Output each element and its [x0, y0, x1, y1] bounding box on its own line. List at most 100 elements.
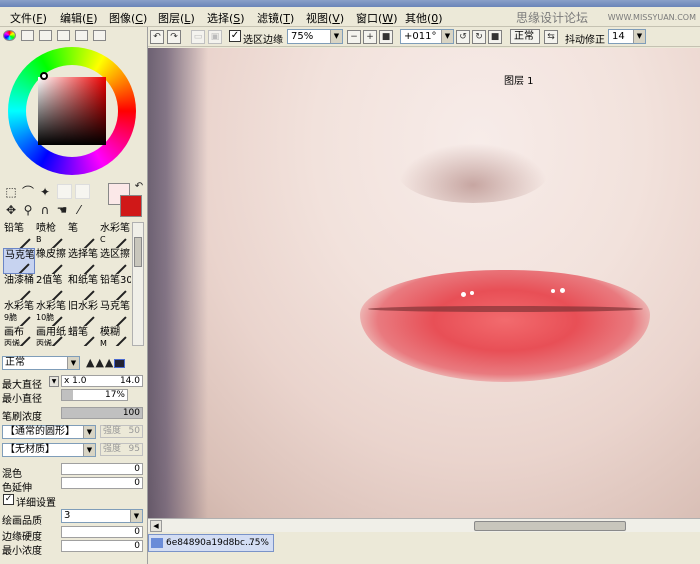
- chevron-down-icon[interactable]: ▼: [49, 376, 59, 387]
- menu-filter[interactable]: 滤镜(T): [257, 10, 294, 26]
- swap-colors-icon[interactable]: ↶: [132, 180, 146, 194]
- extend-slider[interactable]: 0: [61, 477, 143, 489]
- rotate-view-icon[interactable]: ∩: [38, 203, 52, 217]
- menu-layer[interactable]: 图层(L): [158, 10, 195, 26]
- mix-slider[interactable]: 0: [61, 463, 143, 475]
- detail-settings-label: 详细设置: [16, 498, 56, 509]
- magic-wand-icon[interactable]: ✦: [38, 185, 52, 199]
- stabilizer-label: 抖动修正: [565, 35, 605, 46]
- brush-slot[interactable]: 画用纸 丙烯: [35, 326, 67, 346]
- menu-window[interactable]: 窗口(W): [356, 10, 397, 26]
- menu-view[interactable]: 视图(V): [306, 10, 344, 26]
- stabilizer-select[interactable]: 14 ▼: [608, 29, 646, 44]
- brush-slot[interactable]: 蜡笔: [67, 326, 99, 346]
- lasso-icon[interactable]: ⌒: [21, 185, 35, 199]
- brush-slot[interactable]: 水彩笔 C: [99, 222, 131, 248]
- background-color-swatch[interactable]: [120, 195, 142, 217]
- rotate-right-icon[interactable]: ↻: [472, 30, 486, 44]
- document-tab[interactable]: 6e84890a19d8bc... 75%: [148, 534, 274, 552]
- brush-slot[interactable]: 旧水彩: [67, 300, 99, 326]
- detail-settings-checkbox[interactable]: ✓: [3, 494, 14, 505]
- zoom-in-icon[interactable]: +: [363, 30, 377, 44]
- zoom-out-icon[interactable]: −: [347, 30, 361, 44]
- zoom-icon[interactable]: ⚲: [21, 203, 35, 217]
- drawing-canvas[interactable]: 图层 1: [148, 48, 700, 518]
- brush-slot[interactable]: 2值笔: [35, 274, 67, 300]
- blend-mode-button[interactable]: 正常: [510, 29, 540, 44]
- max-diameter-field[interactable]: x 1.0 14.0: [61, 375, 143, 387]
- density-slider[interactable]: 100: [61, 407, 143, 419]
- saturation-value-square[interactable]: [38, 77, 106, 145]
- eyedropper-icon[interactable]: ⁄: [72, 203, 86, 217]
- select-pen-icon: [83, 264, 95, 274]
- scroll-left-icon[interactable]: ◀: [150, 520, 162, 532]
- menu-edit[interactable]: 编辑(E): [60, 10, 98, 26]
- invert-selection-icon[interactable]: ▣: [208, 30, 222, 44]
- brush-slot[interactable]: 水彩笔 9脆: [3, 300, 35, 326]
- rotation-select[interactable]: +011° ▼: [400, 29, 454, 44]
- mix-label: 混色: [2, 469, 22, 480]
- texture-select[interactable]: 【无材质】 ▼: [2, 443, 96, 457]
- brush-tool-grid: 铅笔 喷枪 B 笔 水彩笔 C 马克笔 橡皮擦 选择笔 选区擦 油漆桶 2值笔 和纸…: [2, 222, 132, 346]
- canvas-toolbar: ↶ ↷ ▭ ▣ ✓ 选区边缘 75% ▼ − + ■ +011° ▼ ↺ ↻ ■ 正…: [148, 27, 700, 47]
- swatch-mode-icon[interactable]: [75, 30, 88, 41]
- bucket-icon: [19, 290, 31, 300]
- scratchpad-mode-icon[interactable]: [93, 30, 106, 41]
- scroll-thumb[interactable]: [474, 521, 626, 531]
- marker-icon: [18, 263, 30, 273]
- brush-slot[interactable]: 和纸笔: [67, 274, 99, 300]
- zoom-reset-icon[interactable]: ■: [379, 30, 393, 44]
- rgb-slider-mode-icon[interactable]: [21, 30, 34, 41]
- hair-region: [148, 48, 208, 518]
- edge-hardness-slider[interactable]: 0: [61, 526, 143, 538]
- menu-file[interactable]: 文件(F): [10, 10, 47, 26]
- brush-slot[interactable]: 模糊 M: [99, 326, 131, 346]
- brush-slot[interactable]: 选区擦: [99, 248, 131, 274]
- menu-select[interactable]: 选择(S): [207, 10, 245, 26]
- menu-other[interactable]: 其他(0): [405, 10, 443, 26]
- zoom-select[interactable]: 75% ▼: [287, 29, 343, 44]
- selection-edge-checkbox[interactable]: ✓: [229, 30, 241, 42]
- brush-slot[interactable]: 画布 丙烯: [3, 326, 35, 346]
- brush-slot[interactable]: 选择笔: [67, 248, 99, 274]
- washi-pen-icon: [83, 290, 95, 300]
- brush-slot[interactable]: 橡皮擦: [35, 248, 67, 274]
- menu-image[interactable]: 图像(C): [109, 10, 147, 26]
- rect-select-icon[interactable]: ⬚: [4, 185, 18, 199]
- brush-slot[interactable]: 水彩笔 10脆: [35, 300, 67, 326]
- hand-icon[interactable]: ☚: [55, 203, 69, 217]
- lip-highlight: [461, 292, 466, 297]
- brush-slot[interactable]: 油漆桶: [3, 274, 35, 300]
- redo-icon[interactable]: ↷: [167, 30, 181, 44]
- color-wheel-mode-icon[interactable]: [3, 30, 16, 41]
- extend-label: 色延伸: [2, 483, 32, 494]
- hsv-slider-mode-icon[interactable]: [39, 30, 52, 41]
- move-icon[interactable]: ✥: [4, 203, 18, 217]
- brush-slot[interactable]: 马克笔: [99, 300, 131, 326]
- brush-slot-selected[interactable]: 马克笔: [3, 248, 35, 274]
- brush-slot[interactable]: 喷枪 B: [35, 222, 67, 248]
- rotate-reset-icon[interactable]: ■: [488, 30, 502, 44]
- brush-grid-scrollbar[interactable]: [132, 222, 144, 346]
- rotate-left-icon[interactable]: ↺: [456, 30, 470, 44]
- canvas-horizontal-scrollbar[interactable]: ◀: [148, 518, 700, 532]
- min-diameter-slider[interactable]: 17%: [61, 389, 128, 401]
- min-density-slider[interactable]: 0: [61, 540, 143, 552]
- color-picker-cursor[interactable]: [40, 72, 48, 80]
- brush-shape-presets[interactable]: ▲▲▲: [86, 356, 142, 370]
- chevron-down-icon: ▼: [83, 426, 95, 438]
- brush-slot[interactable]: 笔: [67, 222, 99, 248]
- watercolor-icon: [83, 316, 95, 326]
- shape-select[interactable]: 【通常的圆形】 ▼: [2, 425, 96, 439]
- flip-icon[interactable]: ⇆: [544, 30, 558, 44]
- brush-blend-select[interactable]: 正常 ▼: [2, 356, 80, 370]
- empty-slot: [57, 184, 72, 199]
- lip-highlight: [560, 288, 565, 293]
- deselect-icon[interactable]: ▭: [191, 30, 205, 44]
- quality-select[interactable]: 3 ▼: [61, 509, 143, 523]
- brush-slot[interactable]: 铅笔: [3, 222, 35, 248]
- scroll-thumb[interactable]: [134, 237, 142, 267]
- undo-icon[interactable]: ↶: [150, 30, 164, 44]
- palette-mode-icon[interactable]: [57, 30, 70, 41]
- brush-slot[interactable]: 铅笔30: [99, 274, 131, 300]
